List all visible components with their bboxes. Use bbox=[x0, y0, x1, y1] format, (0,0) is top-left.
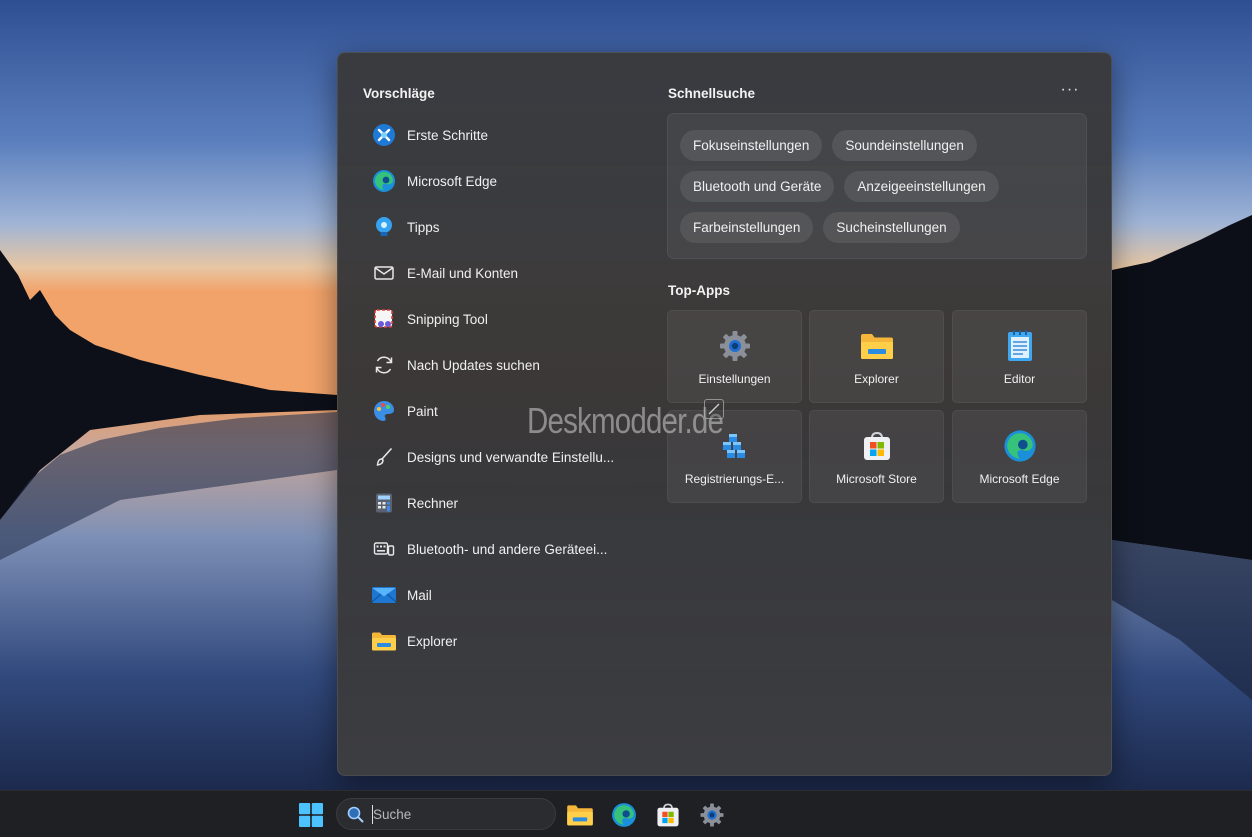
suggestion-label: Nach Updates suchen bbox=[407, 357, 540, 373]
chip-anzeigeeinstellungen[interactable]: Anzeigeeinstellungen bbox=[844, 171, 999, 202]
search-placeholder: Suche bbox=[373, 807, 412, 822]
suggestion-label: Erste Schritte bbox=[407, 127, 489, 143]
taskbar-edge-button[interactable] bbox=[610, 801, 638, 829]
notepad-icon bbox=[1003, 329, 1037, 363]
chip-row: Fokuseinstellungen Soundeinstellungen bbox=[680, 130, 977, 161]
app-tile-store[interactable]: Microsoft Store bbox=[809, 410, 944, 503]
brush-icon bbox=[371, 444, 397, 470]
settings-gear-icon bbox=[718, 329, 752, 363]
chip-soundeinstellungen[interactable]: Soundeinstellungen bbox=[832, 130, 977, 161]
taskbar-settings-button[interactable] bbox=[698, 801, 726, 829]
edge-icon bbox=[612, 803, 636, 827]
folder-icon bbox=[860, 329, 894, 363]
start-button[interactable] bbox=[298, 802, 324, 828]
search-icon bbox=[347, 806, 364, 823]
suggestion-item-snipping-tool[interactable]: Snipping Tool bbox=[363, 296, 648, 342]
quick-search-heading: Schnellsuche bbox=[668, 86, 756, 101]
suggestion-label: E-Mail und Konten bbox=[407, 265, 519, 281]
suggestion-label: Microsoft Edge bbox=[407, 173, 498, 189]
suggestions-heading: Vorschläge bbox=[363, 86, 435, 101]
more-options-button[interactable]: ··· bbox=[1056, 81, 1084, 103]
watermark-edit-icon bbox=[704, 399, 724, 419]
tips-icon bbox=[371, 214, 397, 240]
suggestion-label: Designs und verwandte Einstellu... bbox=[407, 449, 615, 465]
suggestion-item-erste-schritte[interactable]: Erste Schritte bbox=[363, 112, 648, 158]
suggestion-item-tipps[interactable]: Tipps bbox=[363, 204, 648, 250]
app-label: Microsoft Store bbox=[836, 472, 917, 486]
chip-fokuseinstellungen[interactable]: Fokuseinstellungen bbox=[680, 130, 823, 161]
suggestion-item-mail[interactable]: Mail bbox=[363, 572, 648, 618]
chip-sucheinstellungen[interactable]: Sucheinstellungen bbox=[823, 212, 960, 243]
top-apps-heading: Top-Apps bbox=[668, 283, 730, 298]
taskbar-store-button[interactable] bbox=[654, 801, 682, 829]
app-label: Explorer bbox=[854, 372, 899, 386]
store-icon bbox=[657, 803, 679, 827]
suggestions-list: Erste Schritte Microsoft Edge Tipps E-Ma… bbox=[363, 112, 648, 664]
app-tile-edge[interactable]: Microsoft Edge bbox=[952, 410, 1087, 503]
suggestion-label: Paint bbox=[407, 403, 438, 419]
quick-search-box: Fokuseinstellungen Soundeinstellungen Bl… bbox=[667, 113, 1087, 259]
app-tile-editor[interactable]: Editor bbox=[952, 310, 1087, 403]
settings-gear-icon bbox=[700, 803, 724, 827]
folder-icon bbox=[371, 628, 397, 654]
suggestion-label: Explorer bbox=[407, 633, 458, 649]
app-label: Einstellungen bbox=[698, 372, 771, 386]
edge-icon bbox=[371, 168, 397, 194]
paint-icon bbox=[371, 398, 397, 424]
get-started-icon bbox=[371, 122, 397, 148]
calculator-icon bbox=[371, 490, 397, 516]
app-label: Microsoft Edge bbox=[979, 472, 1060, 486]
snipping-tool-icon bbox=[371, 306, 397, 332]
suggestion-item-bluetooth-devices[interactable]: Bluetooth- und andere Geräteei... bbox=[363, 526, 648, 572]
watermark-text: Deskmodder.de bbox=[527, 400, 724, 441]
suggestion-label: Snipping Tool bbox=[407, 311, 488, 327]
suggestion-label: Bluetooth- und andere Geräteei... bbox=[407, 541, 608, 557]
refresh-icon bbox=[371, 352, 397, 378]
suggestion-label: Rechner bbox=[407, 495, 459, 511]
search-flyout: Vorschläge Schnellsuche ··· Erste Schrit… bbox=[337, 52, 1112, 776]
windows-logo-icon bbox=[299, 803, 323, 827]
suggestion-item-explorer[interactable]: Explorer bbox=[363, 618, 648, 664]
taskbar-explorer-button[interactable] bbox=[566, 801, 594, 829]
mail-outline-icon bbox=[371, 260, 397, 286]
suggestion-label: Tipps bbox=[407, 219, 440, 235]
app-label: Editor bbox=[1003, 372, 1036, 386]
suggestion-item-edge[interactable]: Microsoft Edge bbox=[363, 158, 648, 204]
suggestion-label: Mail bbox=[407, 587, 432, 603]
chip-bluetooth-geraete[interactable]: Bluetooth und Geräte bbox=[680, 171, 835, 202]
taskbar: Suche bbox=[0, 790, 1252, 837]
suggestion-item-updates[interactable]: Nach Updates suchen bbox=[363, 342, 648, 388]
chip-farbeinstellungen[interactable]: Farbeinstellungen bbox=[680, 212, 814, 243]
suggestion-item-mail-accounts[interactable]: E-Mail und Konten bbox=[363, 250, 648, 296]
app-tile-einstellungen[interactable]: Einstellungen bbox=[667, 310, 802, 403]
devices-icon bbox=[371, 536, 397, 562]
chip-row: Bluetooth und Geräte Anzeigeeinstellunge… bbox=[680, 171, 999, 202]
app-label: Registrierungs-E... bbox=[684, 472, 785, 486]
mail-app-icon bbox=[371, 582, 397, 608]
edge-icon bbox=[1003, 429, 1037, 463]
chip-row: Farbeinstellungen Sucheinstellungen bbox=[680, 212, 960, 243]
suggestion-item-rechner[interactable]: Rechner bbox=[363, 480, 648, 526]
folder-icon bbox=[567, 805, 593, 826]
store-icon bbox=[860, 429, 894, 463]
taskbar-search-box[interactable]: Suche bbox=[336, 798, 556, 830]
app-tile-explorer[interactable]: Explorer bbox=[809, 310, 944, 403]
